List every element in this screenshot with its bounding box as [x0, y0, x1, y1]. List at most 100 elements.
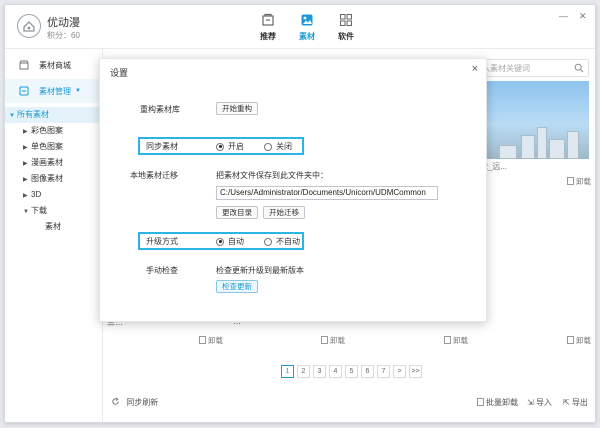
sidebar-tab-store-label: 素材商城: [39, 60, 71, 70]
trash-icon: [567, 336, 574, 344]
manage-icon: [19, 86, 29, 96]
caret-down-icon: ▼: [23, 209, 29, 215]
building-shape: [537, 127, 547, 159]
uninstall-button[interactable]: 卸载: [321, 335, 345, 346]
search-input[interactable]: 入素材关键词: [477, 59, 589, 77]
search-placeholder: 入素材关键词: [482, 64, 530, 73]
radio-checked-icon: [216, 142, 224, 151]
pagination: 1 2 3 4 5 6 7 > >>: [281, 365, 425, 378]
export-label: 导出: [571, 398, 588, 407]
page-button[interactable]: 6: [361, 365, 374, 378]
building-shape: [521, 135, 535, 159]
minimize-button[interactable]: —: [559, 11, 568, 21]
sync-refresh-button[interactable]: 同步刷新: [111, 397, 158, 408]
batch-uninstall-button[interactable]: 批量卸载: [477, 397, 518, 408]
sidebar-tab-manage-label: 素材管理: [39, 86, 71, 96]
radio-unchecked-icon: [264, 237, 272, 246]
settings-dialog: 设置 × 重构素材库 开始重构 同步素材 开启 关闭 本地素材迁移 把素材文件保…: [99, 58, 487, 322]
tree-item-manga[interactable]: ▶ 漫画素材: [5, 155, 103, 171]
tree-item-download[interactable]: ▼ 下载: [5, 203, 103, 219]
tree-item-color[interactable]: ▶ 彩色图案: [5, 123, 103, 139]
trash-icon: [567, 177, 574, 185]
tree-item-mono[interactable]: ▶ 单色图案: [5, 139, 103, 155]
nav-material[interactable]: 素材: [292, 13, 322, 42]
rebuild-button[interactable]: 开始重构: [216, 102, 258, 115]
sync-on-radio[interactable]: 开启: [216, 141, 244, 152]
tree-item-label: 所有素材: [17, 110, 49, 119]
page-button[interactable]: 2: [297, 365, 310, 378]
tree-item-sucai[interactable]: 素材: [5, 219, 103, 235]
tree-item-label: 彩色图案: [31, 126, 63, 135]
sync-off-radio[interactable]: 关闭: [264, 141, 292, 152]
trash-icon: [321, 336, 328, 344]
sidebar-tab-manage[interactable]: 素材管理 ▼: [5, 79, 103, 103]
upgrade-manual-radio[interactable]: 不自动: [264, 236, 300, 247]
search-icon[interactable]: [574, 63, 584, 73]
migrate-path-field[interactable]: C:/Users/Administrator/Documents/Unicorn…: [216, 186, 438, 200]
batch-uninstall-label: 批量卸载: [486, 398, 518, 407]
tree-item-image[interactable]: ▶ 图像素材: [5, 171, 103, 187]
uninstall-button[interactable]: 卸载: [567, 176, 591, 187]
tree-item-label: 图像素材: [31, 174, 63, 183]
radio-checked-icon: [216, 237, 224, 246]
refresh-icon: [112, 397, 119, 405]
tree-item-label: 单色图案: [31, 142, 63, 151]
nav-recommend-label: 推荐: [260, 32, 276, 41]
page-button[interactable]: 3: [313, 365, 326, 378]
upgrade-auto-radio[interactable]: 自动: [216, 236, 244, 247]
uninstall-button[interactable]: 卸载: [444, 335, 468, 346]
top-bar: 优动漫 积分：60 推荐 素材 软件 — ✕: [5, 5, 595, 49]
check-update-button[interactable]: 检查更新: [216, 280, 258, 293]
tree-item-label: 下载: [31, 206, 47, 215]
last-page-button[interactable]: >>: [409, 365, 422, 378]
import-icon: ⇲: [527, 398, 536, 407]
page-button[interactable]: 1: [281, 365, 294, 378]
app-window: 优动漫 积分：60 推荐 素材 软件 — ✕ 素材商城 素材管理 ▼ ▼ 所有素材: [4, 4, 596, 423]
migrate-label: 本地素材迁移: [130, 171, 178, 180]
chevron-down-icon: ▼: [75, 88, 81, 94]
bottom-bar: 同步刷新 批量卸载 ⇲ 导入 ⇱ 导出: [105, 393, 595, 415]
page-button[interactable]: 5: [345, 365, 358, 378]
app-logo-icon: [17, 14, 41, 38]
app-name: 优动漫: [47, 17, 80, 29]
uninstall-label: 卸载: [576, 177, 591, 186]
nav-recommend[interactable]: 推荐: [253, 13, 283, 42]
sync-off-label: 关闭: [276, 142, 292, 151]
sync-on-label: 开启: [228, 142, 244, 151]
tree-item-all[interactable]: ▼ 所有素材: [5, 107, 103, 123]
building-shape: [499, 145, 517, 159]
tree-item-label: 漫画素材: [31, 158, 63, 167]
uninstall-label: 卸载: [330, 336, 345, 345]
caret-right-icon: ▶: [23, 193, 28, 199]
material-thumbnail[interactable]: [479, 81, 589, 159]
import-label: 导入: [535, 398, 552, 407]
sidebar-tab-store[interactable]: 素材商城: [5, 53, 103, 77]
caret-right-icon: ▶: [23, 161, 28, 167]
trash-icon: [199, 336, 206, 344]
close-window-button[interactable]: ✕: [579, 11, 587, 22]
uninstall-button[interactable]: 卸载: [199, 335, 223, 346]
caret-down-icon: ▼: [9, 113, 15, 119]
building-shape: [567, 131, 579, 159]
export-button[interactable]: ⇱ 导出: [563, 397, 588, 408]
trash-icon: [477, 398, 486, 407]
dialog-close-button[interactable]: ×: [472, 63, 478, 75]
import-button[interactable]: ⇲ 导入: [527, 397, 552, 408]
page-button[interactable]: 4: [329, 365, 342, 378]
caret-right-icon: ▶: [23, 129, 28, 135]
start-migrate-button[interactable]: 开始迁移: [263, 206, 305, 219]
uninstall-button[interactable]: 卸载: [567, 335, 591, 346]
check-hint: 检查更新升级到最新版本: [216, 266, 304, 275]
page-button[interactable]: 7: [377, 365, 390, 378]
nav-software-label: 软件: [338, 32, 354, 41]
tree-item-3d[interactable]: ▶ 3D: [5, 187, 103, 203]
dialog-title: 设置: [110, 68, 129, 78]
manual-check-label: 手动检查: [146, 266, 178, 275]
uninstall-label: 卸载: [576, 336, 591, 345]
nav-material-label: 素材: [299, 32, 315, 41]
user-points: 积分：60: [47, 31, 80, 40]
change-directory-button[interactable]: 更改目录: [216, 206, 258, 219]
rebuild-label: 重构素材库: [140, 105, 180, 114]
next-page-button[interactable]: >: [393, 365, 406, 378]
nav-software[interactable]: 软件: [331, 13, 361, 42]
